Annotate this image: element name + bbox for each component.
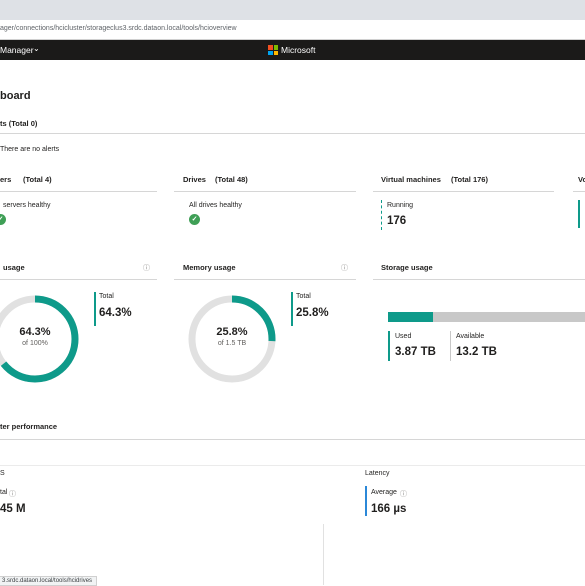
page-title: board (0, 90, 31, 102)
storage-available-indicator (450, 331, 451, 361)
brand-name: Microsoft (281, 45, 316, 55)
chevron-down-icon[interactable]: ⌄ (33, 44, 40, 53)
servers-total[interactable]: (Total 4) (23, 175, 52, 184)
healthy-check-icon: ✓ (0, 214, 6, 225)
divider (0, 279, 157, 280)
iops-total-label: tal (0, 489, 8, 496)
divider (174, 191, 356, 192)
divider (323, 524, 324, 585)
healthy-check-icon: ✓ (189, 214, 200, 225)
running-indicator (381, 200, 383, 230)
latency-average-value: 166 µs (371, 503, 407, 515)
storage-available-value: 13.2 TB (456, 346, 497, 358)
browser-tab-strip (0, 0, 585, 20)
divider (373, 279, 585, 280)
servers-label[interactable]: ers (0, 175, 11, 184)
memory-total-label: Total (296, 293, 311, 300)
latency-average-label: Average (371, 489, 397, 496)
memory-center-sub: of 1.5 TB (217, 340, 247, 347)
drives-label[interactable]: Drives (183, 175, 206, 184)
iops-total-value: 45 M (0, 503, 26, 515)
storage-bar (388, 312, 585, 322)
divider (174, 279, 356, 280)
vms-total[interactable]: (Total 176) (451, 175, 488, 184)
alerts-empty-text: There are no alerts (0, 146, 60, 153)
divider (373, 191, 554, 192)
divider (0, 133, 585, 134)
address-bar-url[interactable]: ager/connections/hcicluster/storageclus3… (0, 25, 237, 32)
vms-label[interactable]: Virtual machines (381, 175, 441, 184)
volumes-label[interactable]: Vo (578, 175, 585, 184)
volumes-indicator (578, 200, 580, 228)
latency-indicator (365, 486, 367, 516)
servers-status: servers healthy (3, 202, 51, 209)
cpu-center-value: 64.3% (19, 326, 51, 338)
divider (0, 465, 585, 466)
cpu-total-value: 64.3% (99, 307, 132, 319)
vms-running-label: Running (387, 202, 414, 209)
storage-usage-title[interactable]: Storage usage (381, 263, 433, 272)
storage-bar-used (388, 312, 433, 322)
info-icon[interactable]: ⓘ (400, 489, 407, 499)
latency-heading: Latency (365, 470, 390, 477)
microsoft-logo-icon (268, 45, 278, 55)
vms-running-value: 176 (387, 215, 407, 227)
memory-usage-title[interactable]: Memory usage (183, 263, 236, 272)
info-icon[interactable]: ⓘ (341, 263, 348, 273)
cpu-total-indicator (94, 292, 96, 326)
storage-used-label: Used (395, 333, 412, 340)
info-icon[interactable]: ⓘ (9, 489, 16, 499)
storage-used-indicator (388, 331, 390, 361)
drives-status: All drives healthy (189, 202, 242, 209)
divider (0, 439, 585, 440)
cpu-center-sub: of 100% (22, 340, 48, 347)
divider (0, 191, 157, 192)
performance-title[interactable]: ter performance (0, 422, 57, 431)
info-icon[interactable]: ⓘ (143, 263, 150, 273)
memory-total-indicator (291, 292, 293, 326)
cpu-usage-title[interactable]: usage (3, 263, 25, 272)
memory-total-value: 25.8% (296, 307, 329, 319)
iops-heading: S (0, 470, 5, 477)
storage-used-value: 3.87 TB (395, 346, 436, 358)
storage-available-label: Available (456, 333, 485, 340)
memory-center-value: 25.8% (216, 326, 248, 338)
divider (573, 191, 585, 192)
alerts-heading[interactable]: ts (Total 0) (0, 119, 37, 128)
cpu-total-label: Total (99, 293, 114, 300)
drives-total[interactable]: (Total 48) (215, 175, 248, 184)
app-title[interactable]: Manager (0, 45, 34, 55)
